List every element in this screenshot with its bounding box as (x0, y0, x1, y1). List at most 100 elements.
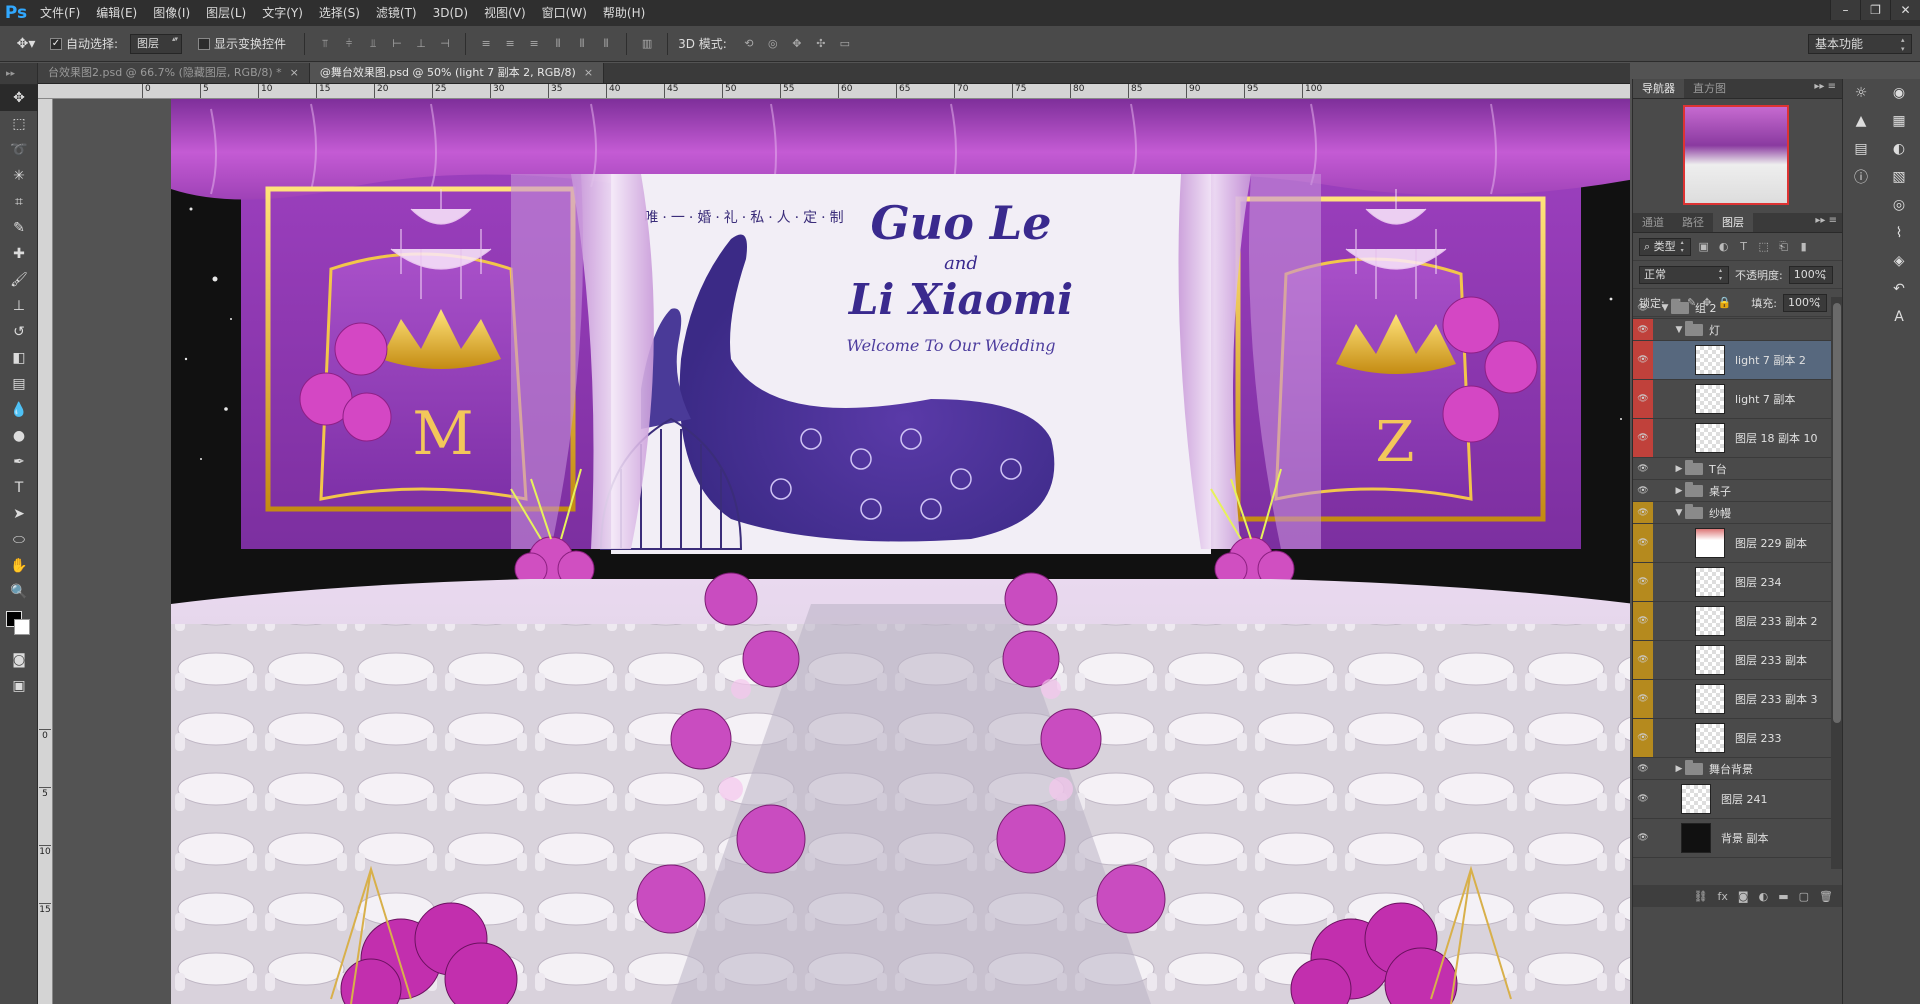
marquee-tool-icon[interactable]: ⬚ (0, 111, 38, 137)
visibility-eye-icon[interactable]: 👁 (1633, 502, 1653, 523)
3d-roll-icon[interactable]: ◎ (763, 34, 783, 54)
dock-layers-icon[interactable]: ◈ (1881, 247, 1917, 275)
layer-row[interactable]: 👁 背景 副本 (1633, 819, 1831, 858)
lasso-tool-icon[interactable]: ➰ (0, 137, 38, 163)
filter-toggle-icon[interactable]: ▮ (1797, 240, 1811, 253)
collapse-arrow-icon[interactable]: ▼ (1673, 325, 1685, 335)
expand-arrow-icon[interactable]: ▶ (1673, 764, 1685, 774)
gradient-tool-icon[interactable]: ▤ (0, 371, 38, 397)
visibility-eye-icon[interactable]: 👁 (1633, 419, 1653, 457)
layer-filter-dropdown[interactable]: ⌕ 类型 (1639, 237, 1691, 256)
layer-row[interactable]: 👁 图层 18 副本 10 (1633, 419, 1831, 458)
menu-item[interactable]: 滤镜(T) (368, 0, 425, 26)
dock-styles-icon[interactable]: ▧ (1881, 163, 1917, 191)
menu-item[interactable]: 文字(Y) (254, 0, 311, 26)
align-top-icon[interactable]: ⫪ (315, 34, 335, 54)
filter-pixel-icon[interactable]: ▣ (1697, 240, 1711, 253)
dock-history-icon[interactable]: ↶ (1881, 275, 1917, 303)
dock-adjustments-icon[interactable]: ◐ (1881, 135, 1917, 163)
opacity-input[interactable]: 100% (1788, 265, 1833, 284)
hand-tool-icon[interactable]: ✋ (0, 553, 38, 579)
workspace-dropdown[interactable]: 基本功能 (1808, 34, 1912, 54)
layer-group-row[interactable]: 👁 ▼ 组 2 (1633, 297, 1831, 319)
layer-name[interactable]: 背景 副本 (1721, 830, 1769, 846)
new-group-icon[interactable]: ▬ (1778, 890, 1788, 903)
layer-row[interactable]: 👁 图层 229 副本 (1633, 524, 1831, 563)
menu-item[interactable]: 图层(L) (198, 0, 254, 26)
distribute-left-icon[interactable]: ⦀ (548, 34, 568, 54)
minimize-icon[interactable]: – (1830, 0, 1860, 20)
path-selection-tool-icon[interactable]: ➤ (0, 501, 38, 527)
panel-menu-icon[interactable]: ▸▸ ≡ (1814, 81, 1836, 92)
dock-character-icon[interactable]: A (1881, 303, 1917, 331)
distribute-bottom-icon[interactable]: ≡ (524, 34, 544, 54)
visibility-eye-icon[interactable]: 👁 (1633, 524, 1653, 562)
align-left-icon[interactable]: ⊢ (387, 34, 407, 54)
3d-rotate-icon[interactable]: ⟲ (739, 34, 759, 54)
panel-tab[interactable]: 通道 (1633, 213, 1673, 232)
document-canvas[interactable]: M Z 唯·一·婚·礼·私·人·定·制 Guo Le and Li Xiaomi… (171, 99, 1630, 1004)
background-color[interactable] (14, 619, 30, 635)
layer-style-icon[interactable]: fx (1718, 890, 1728, 903)
ellipse-tool-icon[interactable]: ⬭ (0, 527, 38, 553)
close-tab-icon[interactable]: × (290, 66, 299, 79)
layer-thumbnail[interactable] (1681, 823, 1711, 853)
3d-slide-icon[interactable]: ✣ (811, 34, 831, 54)
eraser-tool-icon[interactable]: ◧ (0, 345, 38, 371)
navigator-thumbnail[interactable] (1683, 105, 1789, 205)
dock-3d-icon[interactable]: ☼ (1843, 79, 1879, 107)
brush-tool-icon[interactable]: 🖌 (0, 267, 38, 293)
layer-name[interactable]: 图层 233 副本 2 (1735, 613, 1817, 629)
zoom-tool-icon[interactable]: 🔍 (0, 579, 38, 605)
close-icon[interactable]: ✕ (1890, 0, 1920, 20)
visibility-eye-icon[interactable]: 👁 (1633, 680, 1653, 718)
visibility-eye-icon[interactable]: 👁 (1633, 563, 1653, 601)
panel-tab[interactable]: 图层 (1713, 213, 1753, 232)
history-brush-tool-icon[interactable]: ↺ (0, 319, 38, 345)
layer-row[interactable]: 👁 图层 233 (1633, 719, 1831, 758)
document-tab[interactable]: 台效果图2.psd @ 66.7% (隐藏图层, RGB/8) * × (38, 63, 310, 83)
layer-row[interactable]: 👁 图层 233 副本 2 (1633, 602, 1831, 641)
layer-name[interactable]: 图层 241 (1721, 791, 1768, 807)
restore-icon[interactable]: ❐ (1860, 0, 1890, 20)
align-vcenter-icon[interactable]: ⫩ (339, 34, 359, 54)
menu-item[interactable]: 编辑(E) (88, 0, 145, 26)
horizontal-ruler[interactable]: 0 5 10 15 20 25 30 35 40 45 50 55 60 65 70 75 80 85 90 95 10… (38, 84, 1630, 99)
blend-mode-dropdown[interactable]: 正常 (1639, 265, 1729, 284)
auto-select-dropdown[interactable]: 图层 (130, 33, 183, 54)
new-adjustment-icon[interactable]: ◐ (1759, 890, 1769, 903)
layer-row[interactable]: 👁 图层 234 (1633, 563, 1831, 602)
menu-item[interactable]: 文件(F) (32, 0, 88, 26)
layer-name[interactable]: 图层 229 副本 (1735, 535, 1807, 551)
distribute-right-icon[interactable]: ⦀ (596, 34, 616, 54)
expand-arrow-icon[interactable]: ▶ (1673, 486, 1685, 496)
menu-item[interactable]: 图像(I) (145, 0, 198, 26)
layer-name[interactable]: 桌子 (1709, 483, 1731, 499)
visibility-eye-icon[interactable]: 👁 (1633, 641, 1653, 679)
color-swatches[interactable] (0, 607, 37, 647)
menu-item[interactable]: 选择(S) (311, 0, 368, 26)
type-tool-icon[interactable]: T (0, 475, 38, 501)
3d-scale-icon[interactable]: ▭ (835, 34, 855, 54)
layer-thumbnail[interactable] (1695, 645, 1725, 675)
magic-wand-tool-icon[interactable]: ✳ (0, 163, 38, 189)
panel-menu-icon[interactable]: ▸▸ ≡ (1815, 215, 1837, 226)
pen-tool-icon[interactable]: ✒ (0, 449, 38, 475)
filter-adjustment-icon[interactable]: ◐ (1717, 240, 1731, 253)
menu-item[interactable]: 视图(V) (476, 0, 534, 26)
panel-tab[interactable]: 路径 (1673, 213, 1713, 232)
dodge-tool-icon[interactable]: ● (0, 423, 38, 449)
dock-info-icon[interactable]: ⓘ (1843, 163, 1879, 191)
distribute-vcenter-icon[interactable]: ≡ (500, 34, 520, 54)
distribute-top-icon[interactable]: ≡ (476, 34, 496, 54)
screen-mode-icon[interactable]: ▣ (0, 673, 38, 699)
visibility-eye-icon[interactable]: 👁 (1633, 341, 1653, 379)
layer-name[interactable]: light 7 副本 2 (1735, 352, 1806, 368)
layer-row[interactable]: 👁 图层 233 副本 3 (1633, 680, 1831, 719)
layer-group-row[interactable]: 👁 ▼ 灯 (1633, 319, 1831, 341)
menu-item[interactable]: 窗口(W) (534, 0, 595, 26)
clone-stamp-tool-icon[interactable]: ⊥ (0, 293, 38, 319)
layer-group-row[interactable]: 👁 ▶ 桌子 (1633, 480, 1831, 502)
layer-name[interactable]: 图层 233 副本 3 (1735, 691, 1817, 707)
eyedropper-tool-icon[interactable]: ✎ (0, 215, 38, 241)
